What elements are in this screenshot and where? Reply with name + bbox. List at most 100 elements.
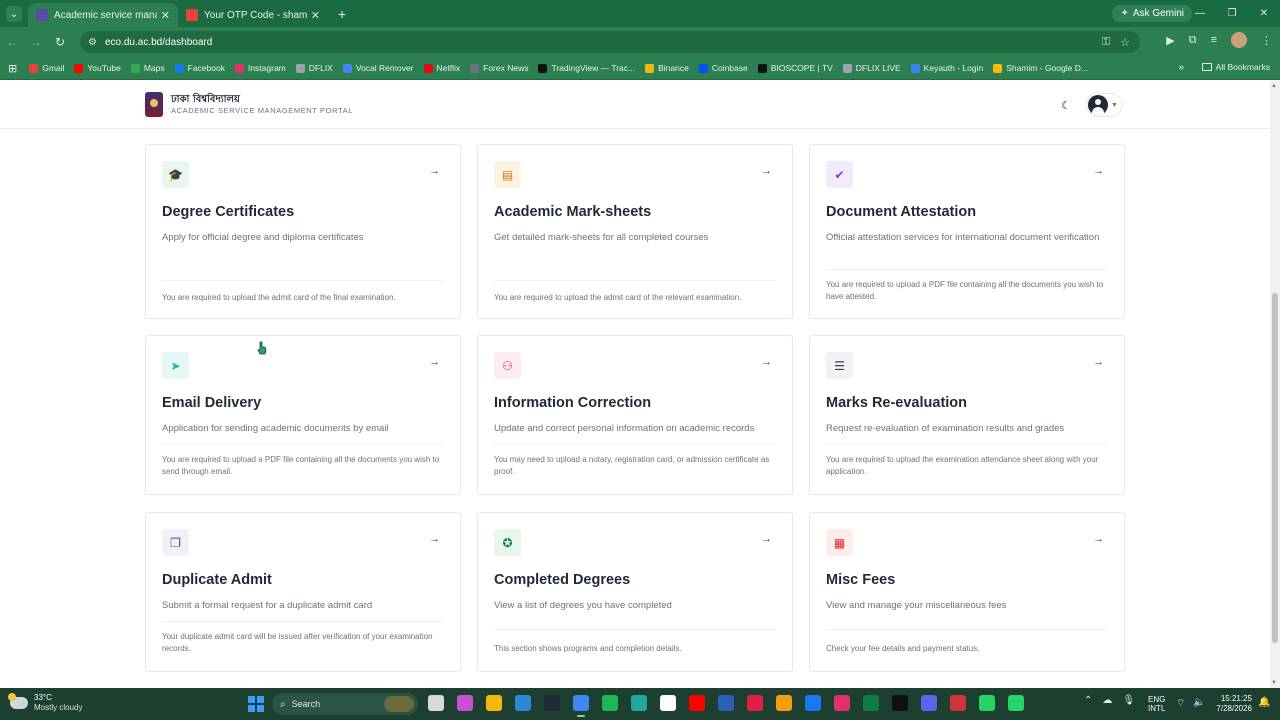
all-bookmarks-button[interactable]: All Bookmarks (1201, 62, 1270, 72)
quick-settings[interactable]: ⌔ 🔈 (1176, 697, 1206, 710)
service-card[interactable]: ☰ → Marks Re-evaluation Request re-evaluati… (809, 335, 1125, 495)
taskbar-app-icon[interactable] (747, 695, 763, 711)
arrow-right-icon[interactable]: → (429, 356, 440, 368)
minimize-icon[interactable]: — (1184, 0, 1216, 27)
arrow-right-icon[interactable]: → (1093, 533, 1104, 545)
bookmark-item[interactable]: Netflix (423, 63, 460, 73)
close-window-icon[interactable]: ✕ (1248, 0, 1280, 27)
language-indicator[interactable]: ENG INTL (1148, 695, 1165, 713)
page-scrollbar[interactable]: ▲ ▼ (1270, 81, 1280, 688)
profile-avatar[interactable] (1231, 32, 1247, 48)
weather-widget[interactable]: 33°C Mostly cloudy (8, 693, 82, 713)
service-card[interactable]: ▦ → Misc Fees View and manage your miscella… (809, 512, 1125, 672)
taskbar-app-icon[interactable] (892, 695, 908, 711)
arrow-right-icon[interactable]: → (429, 165, 440, 177)
arrow-right-icon[interactable]: → (761, 533, 772, 545)
scrollbar-thumb[interactable] (1272, 293, 1278, 643)
close-tab-icon[interactable]: ✕ (161, 9, 170, 22)
arrow-right-icon[interactable]: → (429, 533, 440, 545)
taskbar-app-icon[interactable] (573, 695, 589, 717)
dark-mode-moon-icon[interactable]: ☾ (1056, 95, 1076, 115)
site-info-icon[interactable]: ⚙ (88, 37, 97, 48)
back-arrow-icon[interactable]: ← (0, 35, 24, 49)
bookmark-item[interactable]: Instagram (234, 63, 286, 73)
url-text[interactable]: eco.du.ac.bd/dashboard (105, 37, 212, 48)
scroll-down-icon[interactable]: ▼ (1271, 680, 1277, 686)
arrow-right-icon[interactable]: → (761, 356, 772, 368)
windows-taskbar: 33°C Mostly cloudy ⌕ Search ⌃ ☁ 🎙 ENG IN… (0, 688, 1280, 720)
arrow-right-icon[interactable]: → (761, 165, 772, 177)
service-card[interactable]: ❐ → Duplicate Admit Submit a formal request… (145, 512, 461, 672)
service-card[interactable]: 🎓 → Degree Certificates Apply for official … (145, 144, 461, 319)
university-logo[interactable] (145, 92, 163, 117)
service-card[interactable]: ⚇ → Information Correction Update and corre… (477, 335, 793, 495)
bookmark-item[interactable]: Forex News (470, 63, 528, 73)
taskbar-app-icon[interactable] (428, 695, 444, 711)
taskbar-app-icon[interactable] (776, 695, 792, 711)
tab-groups-icon[interactable]: ≡ (1211, 34, 1217, 46)
taskbar-app-icon[interactable] (689, 695, 705, 711)
service-card[interactable]: ✪ → Completed Degrees View a list of degree… (477, 512, 793, 672)
notification-bell-icon[interactable]: 🔔 (1258, 697, 1270, 708)
tab-search-chevron-icon[interactable]: ⌄ (6, 6, 22, 22)
taskbar-app-icon[interactable] (950, 695, 966, 711)
arrow-right-icon[interactable]: → (1093, 356, 1104, 368)
card-description: View a list of degrees you have complete… (494, 600, 672, 611)
taskbar-app-icon[interactable] (1008, 695, 1024, 711)
tab-academic-service[interactable]: Academic service management ✕ (28, 3, 178, 27)
browser-menu-icon[interactable]: ⋮ (1261, 34, 1272, 47)
service-card[interactable]: ✔ → Document Attestation Official attestati… (809, 144, 1125, 319)
taskbar-app-icon[interactable] (718, 695, 734, 711)
taskbar-app-icon[interactable] (457, 695, 473, 711)
taskbar-app-icon[interactable] (660, 695, 676, 711)
extension-media-icon[interactable]: ▶ (1166, 34, 1174, 47)
apps-grid-icon[interactable]: ⊞ (8, 62, 17, 75)
bookmark-item[interactable]: Keyauth - Login (910, 63, 983, 73)
microphone-icon[interactable]: 🎙 (1122, 695, 1135, 706)
taskbar-app-icon[interactable] (979, 695, 995, 711)
service-card[interactable]: ➤ → Email Delivery Application for sending … (145, 335, 461, 495)
address-bar[interactable]: ⚙ eco.du.ac.bd/dashboard ⚿ ☆ (80, 31, 1140, 53)
reload-icon[interactable]: ↻ (48, 35, 72, 49)
taskbar-search[interactable]: ⌕ Search (272, 693, 418, 715)
bookmark-item[interactable]: Shamim - Google D... (993, 63, 1088, 73)
bookmark-item[interactable]: DFLIX LIVE (842, 63, 901, 73)
service-card[interactable]: ▤ → Academic Mark-sheets Get detailed mark-… (477, 144, 793, 319)
system-clock[interactable]: 15:21:25 7/28/2026 (1212, 694, 1252, 714)
taskbar-app-icon[interactable] (544, 695, 560, 711)
scroll-up-icon[interactable]: ▲ (1271, 83, 1277, 89)
close-tab-icon[interactable]: ✕ (311, 9, 320, 22)
forward-arrow-icon[interactable]: → (24, 35, 48, 49)
bookmark-star-icon[interactable]: ☆ (1120, 36, 1130, 49)
bookmark-item[interactable]: YouTube (74, 63, 121, 73)
bookmark-item[interactable]: Facebook (174, 63, 225, 73)
password-key-icon[interactable]: ⚿ (1102, 36, 1110, 49)
bookmark-item[interactable]: Gmail (29, 63, 64, 73)
taskbar-app-icon[interactable] (834, 695, 850, 711)
ask-gemini-button[interactable]: ✦ Ask Gemini (1112, 5, 1192, 22)
more-bookmarks-chevron-icon[interactable]: » (1178, 62, 1184, 73)
taskbar-app-icon[interactable] (631, 695, 647, 711)
show-hidden-icons-chevron[interactable]: ⌃ (1084, 695, 1092, 706)
bookmark-item[interactable]: BIOSCOPE | TV (757, 63, 833, 73)
bookmark-item[interactable]: Vocal Remover (342, 63, 414, 73)
taskbar-app-icon[interactable] (515, 695, 531, 711)
arrow-right-icon[interactable]: → (1093, 165, 1104, 177)
bookmark-item[interactable]: DFLIX (295, 63, 333, 73)
bookmark-item[interactable]: Maps (130, 63, 165, 73)
onedrive-cloud-icon[interactable]: ☁ (1102, 695, 1112, 706)
extensions-puzzle-icon[interactable]: ⧉ (1189, 34, 1197, 47)
bookmark-item[interactable]: Coinbase (698, 63, 748, 73)
tab-otp-code[interactable]: Your OTP Code - shamimalshah ✕ (178, 3, 328, 27)
taskbar-app-icon[interactable] (602, 695, 618, 711)
user-menu-button[interactable]: ▼ (1086, 93, 1123, 117)
taskbar-app-icon[interactable] (863, 695, 879, 711)
bookmark-item[interactable]: TradingView — Trac... (538, 63, 635, 73)
restore-icon[interactable]: ❐ (1216, 0, 1248, 27)
bookmark-item[interactable]: Binance (645, 63, 689, 73)
taskbar-app-icon[interactable] (921, 695, 937, 711)
taskbar-app-icon[interactable] (486, 695, 502, 711)
taskbar-app-icon[interactable] (805, 695, 821, 711)
windows-start-icon[interactable] (248, 696, 264, 712)
new-tab-button[interactable]: + (338, 6, 346, 22)
